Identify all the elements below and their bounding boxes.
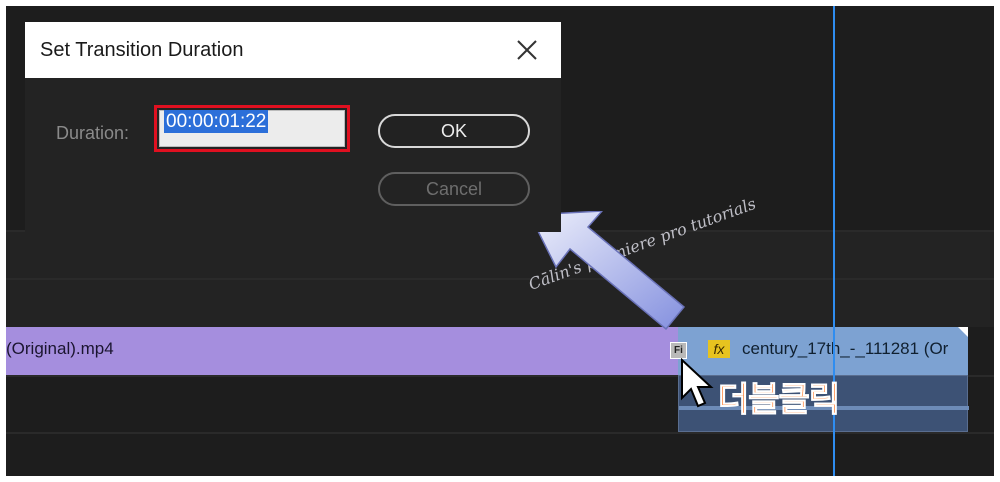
clip-left-label: (Original).mp4 [6, 339, 114, 358]
dialog-titlebar: Set Transition Duration [25, 22, 561, 78]
empty-track-v2 [6, 280, 994, 327]
ok-button[interactable]: OK [378, 114, 530, 148]
track-divider [6, 432, 994, 434]
clip-right-label: century_17th_-_111281 (Or [742, 339, 949, 358]
mouse-cursor-icon [681, 358, 714, 408]
video-clip-left[interactable]: (Original).mp4 [6, 327, 678, 375]
empty-track-v3 [6, 232, 994, 278]
double-click-annotation: 더블클릭 [717, 380, 840, 421]
set-transition-duration-dialog: Set Transition Duration Duration: 00:00:… [25, 22, 561, 232]
video-clip-right[interactable]: fx century_17th_-_111281 (Or [678, 327, 968, 375]
cancel-button[interactable]: Cancel [378, 172, 530, 206]
duration-field[interactable]: 00:00:01:22 [159, 110, 345, 147]
dialog-title: Set Transition Duration [40, 39, 244, 61]
transition-marker-icon[interactable]: Fi [670, 342, 687, 359]
duration-value: 00:00:01:22 [164, 110, 269, 133]
timeline-panel: (Original).mp4 fx century_17th_-_111281 … [6, 6, 994, 476]
clip-corner-icon [958, 327, 968, 337]
fx-badge-icon[interactable]: fx [708, 340, 730, 358]
duration-label: Duration: [56, 123, 130, 143]
close-icon[interactable] [513, 36, 541, 64]
